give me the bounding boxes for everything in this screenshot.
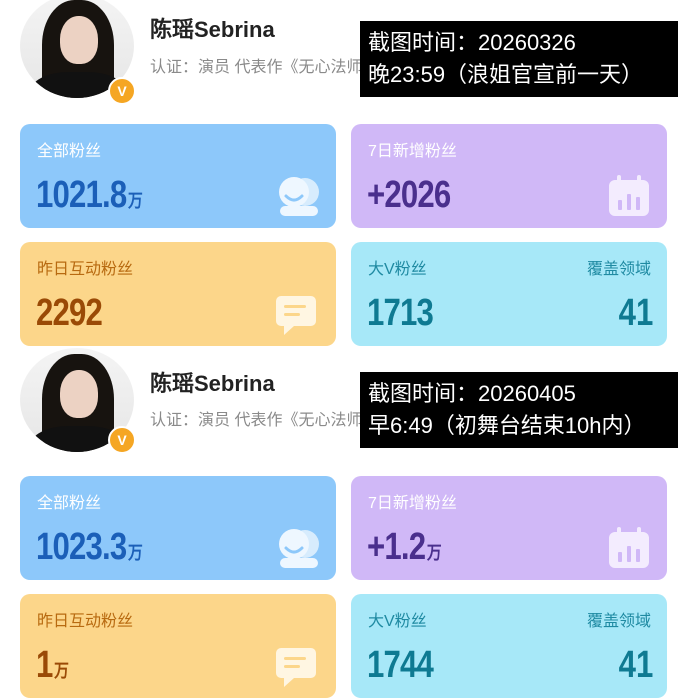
note-line-2: 晚23:59（浪姐官宣前一天） [368, 62, 644, 87]
chat-bubble-icon [276, 648, 316, 687]
avatar-face [60, 370, 98, 418]
screenshot-time-note: 截图时间：20260326 晚23:59（浪姐官宣前一天） [360, 21, 678, 97]
card-label: 昨日互动粉丝 [37, 613, 134, 630]
value-unit: 万 [426, 543, 442, 563]
value-number: +1.2 [367, 526, 426, 568]
new-7d-value: +2026 [367, 174, 452, 217]
calendar-chart-icon [609, 527, 649, 568]
value-unit: 万 [128, 191, 143, 211]
value-unit: 万 [128, 543, 143, 563]
note-line-1: 截图时间：20260405 [368, 381, 576, 406]
people-icon [279, 177, 319, 216]
verified-badge-icon: V [108, 426, 136, 454]
value-number: 1023.3 [36, 526, 127, 568]
profile-name[interactable]: 陈瑶Sebrina [150, 12, 275, 44]
card-label: 7日新增粉丝 [368, 143, 457, 160]
total-fans-card[interactable]: 全部粉丝 1021.8万 [20, 124, 336, 228]
total-fans-value: 1021.8万 [36, 174, 143, 217]
profile-name[interactable]: 陈瑶Sebrina [150, 366, 275, 398]
card-label: 7日新增粉丝 [368, 495, 457, 512]
bigv-label: 大V粉丝 [368, 613, 427, 630]
new-7d-fans-card[interactable]: 7日新增粉丝 +1.2万 [351, 476, 667, 580]
value-unit: 万 [54, 661, 69, 681]
certification-text: 认证：演员 代表作《无心法师》 [150, 412, 365, 429]
interactive-value: 1万 [36, 644, 69, 687]
bigv-value: 1713 [367, 292, 434, 334]
verified-badge-icon: V [108, 77, 136, 105]
value-number: +2026 [367, 174, 451, 216]
bigv-coverage-card[interactable]: 大V粉丝 覆盖领域 1713 41 [351, 242, 667, 346]
bigv-label: 大V粉丝 [368, 261, 427, 278]
new-7d-fans-card[interactable]: 7日新增粉丝 +2026 [351, 124, 667, 228]
card-label: 全部粉丝 [37, 143, 102, 160]
total-fans-value: 1023.3万 [36, 526, 143, 569]
value-number: 1021.8 [36, 174, 127, 216]
value-number: 1 [36, 644, 53, 686]
chat-bubble-icon [276, 296, 316, 335]
new-7d-value: +1.2万 [367, 526, 442, 569]
note-line-1: 截图时间：20260326 [368, 30, 576, 55]
snapshot-1: V 陈瑶Sebrina 认证：演员 代表作《无心法师》 截图时间：2026032… [0, 0, 690, 350]
coverage-label: 覆盖领域 [586, 613, 651, 630]
total-fans-card[interactable]: 全部粉丝 1023.3万 [20, 476, 336, 580]
certification-text: 认证：演员 代表作《无心法师》 [150, 59, 365, 76]
card-label: 全部粉丝 [37, 495, 102, 512]
value-number: 2292 [36, 292, 103, 334]
card-label: 昨日互动粉丝 [37, 261, 134, 278]
coverage-value: 41 [618, 644, 653, 686]
bigv-coverage-card[interactable]: 大V粉丝 覆盖领域 1744 41 [351, 594, 667, 698]
avatar-face [60, 16, 98, 64]
interactive-fans-card[interactable]: 昨日互动粉丝 2292 [20, 242, 336, 346]
coverage-label: 覆盖领域 [586, 261, 651, 278]
bigv-value: 1744 [367, 644, 434, 686]
note-line-2: 早6:49（初舞台结束10h内） [368, 413, 646, 438]
coverage-value: 41 [618, 292, 653, 334]
interactive-value: 2292 [36, 292, 104, 335]
people-icon [279, 529, 319, 568]
snapshot-2: V 陈瑶Sebrina 认证：演员 代表作《无心法师》 截图时间：2026040… [0, 348, 690, 698]
interactive-fans-card[interactable]: 昨日互动粉丝 1万 [20, 594, 336, 698]
calendar-chart-icon [609, 175, 649, 216]
screenshot-time-note: 截图时间：20260405 早6:49（初舞台结束10h内） [360, 372, 678, 448]
